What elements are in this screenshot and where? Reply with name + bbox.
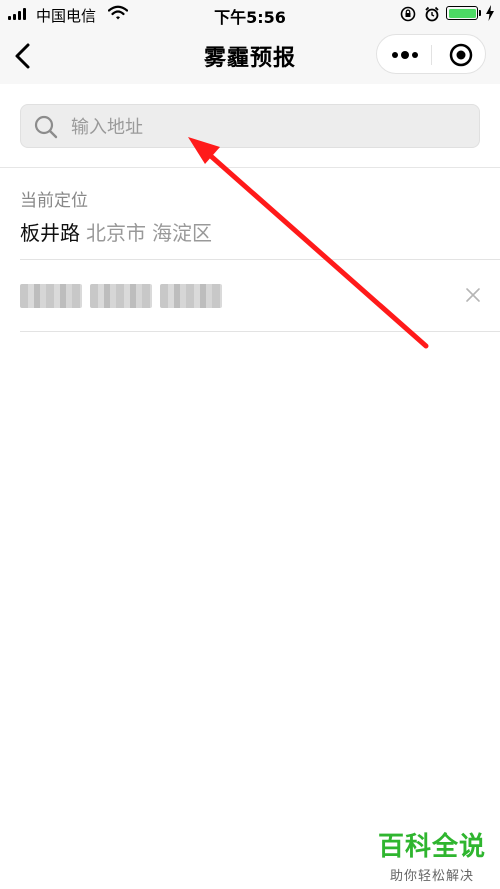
search-icon	[34, 115, 58, 139]
blurred-text	[160, 284, 222, 308]
current-location-label: 当前定位	[20, 191, 88, 211]
location-road: 板井路	[20, 221, 80, 245]
history-item[interactable]	[20, 260, 500, 332]
charging-icon	[486, 5, 494, 21]
divider	[20, 331, 500, 332]
navigation-bar: 雾霾预报	[0, 28, 500, 84]
address-search-input[interactable]	[69, 111, 473, 143]
close-icon[interactable]	[464, 286, 482, 304]
mini-program-capsule	[376, 34, 486, 74]
search-section	[0, 84, 500, 168]
target-icon[interactable]	[449, 43, 473, 67]
battery-cap	[479, 10, 481, 16]
battery-icon	[446, 6, 478, 20]
status-bar: 中国电信 下午5:56	[0, 0, 500, 28]
blurred-text	[90, 284, 152, 308]
location-district: 海淀区	[152, 221, 212, 245]
watermark: 百科全说 助你轻松解决	[372, 826, 492, 884]
search-box[interactable]	[20, 104, 480, 148]
blurred-address	[20, 284, 222, 308]
current-location-address: 板井路 北京市 海淀区	[20, 217, 500, 246]
alarm-icon	[425, 6, 439, 22]
more-icon[interactable]	[391, 49, 419, 61]
watermark-subtitle: 助你轻松解决	[389, 869, 474, 884]
capsule-divider	[431, 45, 432, 65]
blurred-text	[20, 284, 82, 308]
current-location[interactable]: 当前定位 板井路 北京市 海淀区	[20, 186, 500, 246]
watermark-title: 百科全说	[377, 832, 486, 862]
location-city: 北京市	[86, 221, 146, 245]
rotation-lock-icon	[400, 6, 416, 22]
